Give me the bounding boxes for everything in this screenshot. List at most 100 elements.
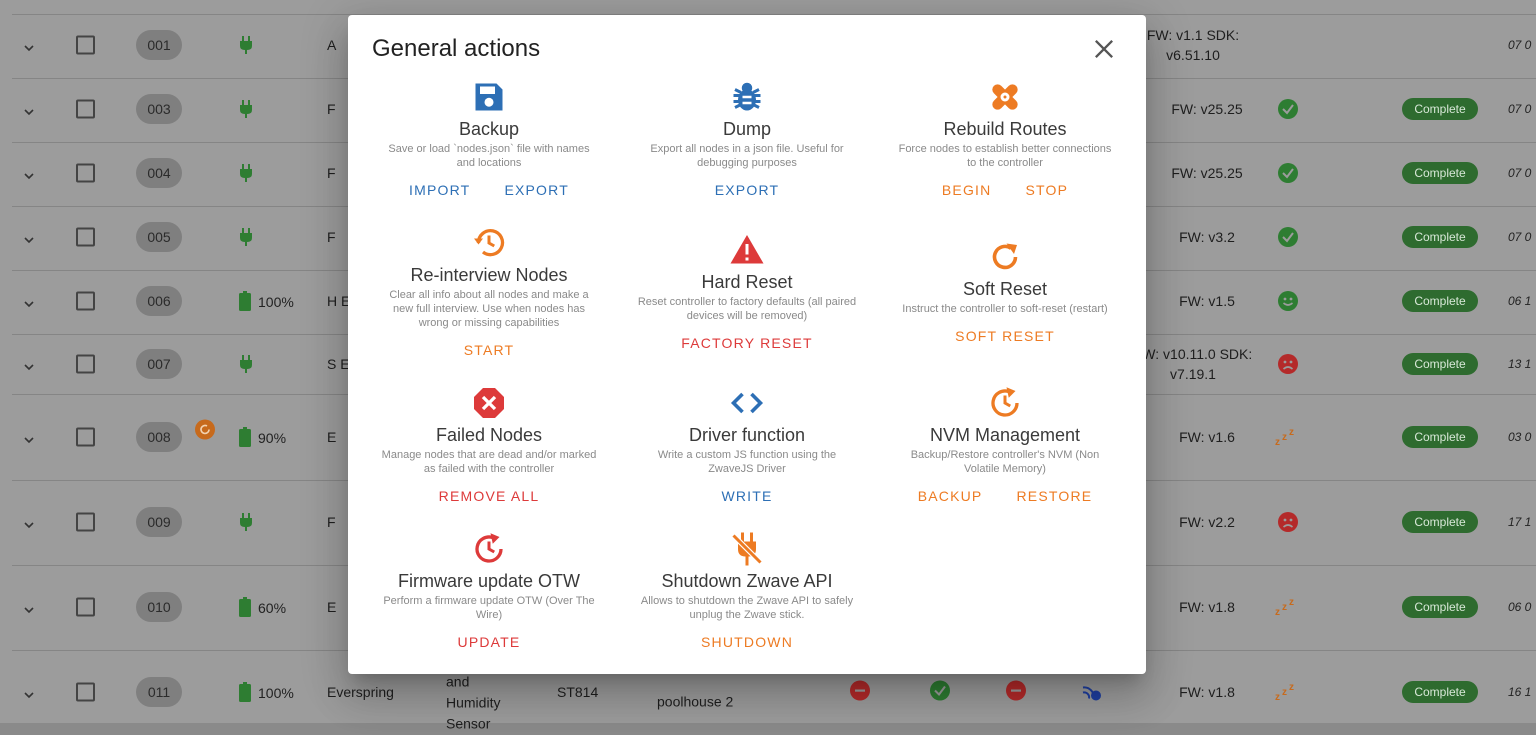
bandage-icon bbox=[987, 79, 1023, 115]
firmware-cell: FW: v1.8 bbox=[1179, 599, 1235, 615]
expand-chevron-icon[interactable] bbox=[24, 602, 34, 614]
power-plug-icon bbox=[238, 36, 254, 54]
action-title: Re-interview Nodes bbox=[410, 265, 568, 285]
general-actions-dialog: General actions Backup Save or load `node… bbox=[348, 15, 1146, 674]
export-button[interactable]: EXPORT bbox=[715, 182, 780, 198]
action-buttons: FACTORY RESET bbox=[618, 335, 876, 351]
wireless-icon bbox=[1080, 680, 1102, 705]
firmware-cell: FW: v10.11.0 SDK: v7.19.1 bbox=[1133, 346, 1253, 382]
battery-icon bbox=[239, 291, 251, 311]
shutdown-button[interactable]: SHUTDOWN bbox=[701, 634, 793, 650]
firmware-cell: FW: v25.25 bbox=[1171, 165, 1243, 181]
battery-icon bbox=[239, 597, 251, 617]
action-buttons: REMOVE ALL bbox=[360, 488, 618, 504]
action-buttons: EXPORT bbox=[618, 182, 876, 198]
minus-circle-icon bbox=[1006, 680, 1026, 704]
start-button[interactable]: START bbox=[464, 342, 515, 358]
power-plug-icon bbox=[238, 100, 254, 118]
action-buttons: SHUTDOWN bbox=[618, 634, 876, 650]
expand-chevron-icon[interactable] bbox=[24, 432, 34, 444]
action-failed-nodes: Failed Nodes Manage nodes that are dead a… bbox=[360, 385, 618, 504]
factory-reset-button[interactable]: FACTORY RESET bbox=[681, 335, 813, 351]
action-description: Write a custom JS function using the Zwa… bbox=[657, 449, 837, 475]
node-id-pill: 004 bbox=[136, 158, 182, 188]
action-firmware-update-otw: Firmware update OTW Perform a firmware up… bbox=[360, 531, 618, 650]
row-checkbox[interactable] bbox=[76, 35, 95, 55]
manufacturer-cell: Everspring bbox=[327, 684, 394, 700]
svg-text:z: z bbox=[1289, 682, 1294, 693]
svg-text:z: z bbox=[1289, 597, 1294, 608]
export-button[interactable]: EXPORT bbox=[504, 182, 569, 198]
octagon-x-icon bbox=[471, 385, 507, 421]
svg-text:z: z bbox=[1289, 427, 1294, 438]
backup-button[interactable]: BACKUP bbox=[918, 488, 983, 504]
power-off-icon bbox=[729, 531, 765, 567]
row-checkbox[interactable] bbox=[76, 227, 95, 247]
action-description: Export all nodes in a json file. Useful … bbox=[650, 143, 844, 169]
action-re-interview-nodes: Re-interview Nodes Clear all info about a… bbox=[360, 225, 618, 358]
begin-button[interactable]: BEGIN bbox=[942, 182, 992, 198]
refresh-icon bbox=[987, 239, 1023, 275]
last-active-cell: 07 0 bbox=[1508, 166, 1532, 180]
dialog-title: General actions bbox=[372, 35, 541, 62]
expand-chevron-icon[interactable] bbox=[24, 296, 34, 308]
last-active-cell: 07 0 bbox=[1508, 38, 1532, 52]
row-checkbox[interactable] bbox=[76, 354, 95, 374]
last-active-cell: 16 1 bbox=[1508, 685, 1532, 699]
action-buttons: IMPORT EXPORT bbox=[360, 182, 618, 198]
node-id-pill: 008 bbox=[136, 422, 182, 452]
action-buttons: BACKUP RESTORE bbox=[876, 488, 1134, 504]
product-cell: and Humidity Sensor bbox=[446, 673, 501, 732]
check-circle-icon bbox=[1278, 99, 1298, 119]
battery-icon bbox=[239, 427, 251, 447]
row-checkbox[interactable] bbox=[76, 427, 95, 447]
row-checkbox[interactable] bbox=[76, 99, 95, 119]
expand-chevron-icon[interactable] bbox=[24, 232, 34, 244]
sleep-icon: zzz bbox=[1275, 597, 1295, 618]
update-button[interactable]: UPDATE bbox=[458, 634, 521, 650]
import-button[interactable]: IMPORT bbox=[409, 182, 470, 198]
row-checkbox[interactable] bbox=[76, 597, 95, 617]
last-active-cell: 06 0 bbox=[1508, 600, 1532, 614]
svg-text:z: z bbox=[1282, 432, 1287, 443]
action-title: Failed Nodes bbox=[435, 425, 543, 445]
write-button[interactable]: WRITE bbox=[721, 488, 772, 504]
action-description: Backup/Restore controller's NVM (Non Vol… bbox=[910, 449, 1100, 475]
action-description: Allows to shutdown the Zwave API to safe… bbox=[640, 595, 854, 621]
power-plug-icon bbox=[238, 513, 254, 531]
stop-button[interactable]: STOP bbox=[1025, 182, 1068, 198]
row-checkbox[interactable] bbox=[76, 291, 95, 311]
action-title: Rebuild Routes bbox=[943, 119, 1067, 139]
refresh-badge-icon bbox=[195, 419, 215, 443]
firmware-cell: FW: v1.8 bbox=[1179, 684, 1235, 700]
row-checkbox[interactable] bbox=[76, 512, 95, 532]
expand-chevron-icon[interactable] bbox=[24, 104, 34, 116]
interview-status-badge: Complete bbox=[1402, 98, 1478, 120]
action-shutdown-zwave-api: Shutdown Zwave API Allows to shutdown the… bbox=[618, 531, 876, 650]
expand-chevron-icon[interactable] bbox=[24, 40, 34, 52]
firmware-cell: FW: v1.5 bbox=[1179, 293, 1235, 309]
expand-chevron-icon[interactable] bbox=[24, 168, 34, 180]
interview-status-badge: Complete bbox=[1402, 162, 1478, 184]
action-title: Soft Reset bbox=[962, 279, 1048, 299]
battery-level: 90% bbox=[258, 430, 287, 446]
interview-status-badge: Complete bbox=[1402, 353, 1478, 375]
close-icon[interactable] bbox=[1090, 35, 1118, 63]
expand-chevron-icon[interactable] bbox=[24, 359, 34, 371]
row-checkbox[interactable] bbox=[76, 163, 95, 183]
warning-icon bbox=[729, 232, 765, 268]
svg-text:z: z bbox=[1275, 607, 1280, 617]
floppy-icon bbox=[471, 79, 507, 115]
expand-chevron-icon[interactable] bbox=[24, 687, 34, 699]
remove-all-button[interactable]: REMOVE ALL bbox=[439, 488, 540, 504]
power-plug-icon bbox=[238, 228, 254, 246]
soft-reset-button[interactable]: SOFT RESET bbox=[955, 328, 1055, 344]
expand-chevron-icon[interactable] bbox=[24, 517, 34, 529]
action-dump: Dump Export all nodes in a json file. Use… bbox=[618, 79, 876, 198]
interview-status-badge: Complete bbox=[1402, 290, 1478, 312]
row-checkbox[interactable] bbox=[76, 682, 95, 702]
restore-button[interactable]: RESTORE bbox=[1016, 488, 1092, 504]
interview-status-badge: Complete bbox=[1402, 226, 1478, 248]
update-clock-icon bbox=[471, 531, 507, 567]
sleep-icon: zzz bbox=[1275, 427, 1295, 448]
